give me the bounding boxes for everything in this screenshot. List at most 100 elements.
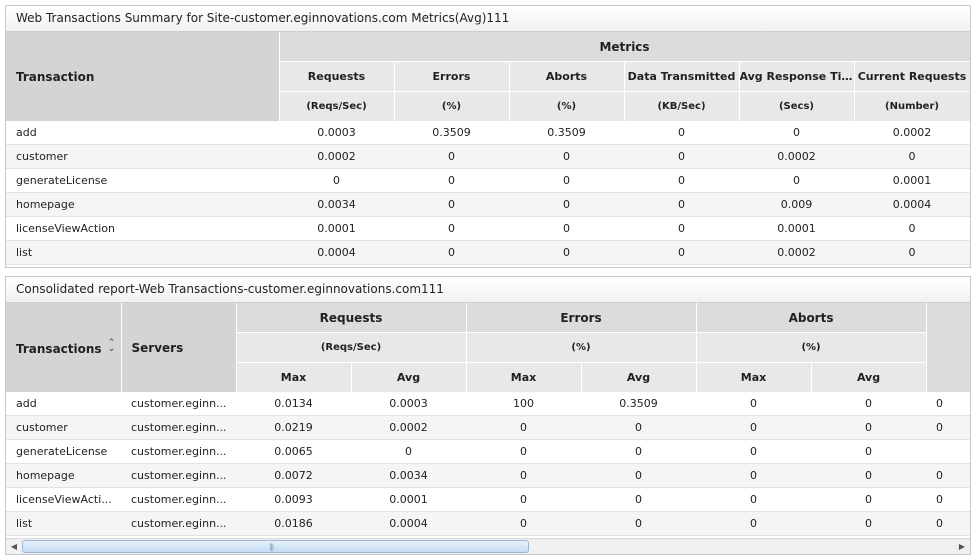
cell-value: 0 [811,511,927,536]
table-row[interactable]: generateLicense customer.eginn... 0.0065… [6,439,970,464]
cell-value: 0 [581,511,697,536]
cell-value: 0.3509 [581,392,697,416]
transaction-name: add [6,392,121,416]
transaction-name: licenseViewAction [6,216,279,241]
cell-value: 0.0134 [236,392,351,416]
table-row[interactable]: customer 0.0002 0 0 0 0.0002 0 [6,144,970,169]
cell-value: 0.3509 [509,121,624,145]
cell-value: 0 [811,439,927,464]
col-requests-max[interactable]: Max [236,362,352,392]
transaction-name: licenseViewActi... [6,487,121,512]
cell-value: 0 [696,439,812,464]
unit-aborts: (%) [509,91,625,121]
cell-value: 0 [279,168,394,193]
horizontal-scrollbar[interactable]: ◀ ||| ▶ [6,538,970,554]
consolidated-title: Consolidated report-Web Transactions-cus… [6,277,970,303]
cell-value-truncated: 0 [926,463,970,488]
unit-errors: (%) [394,91,510,121]
transaction-name: homepage [6,192,279,217]
cell-value: 0.0219 [236,415,351,440]
cell-value: 0 [351,439,467,464]
cell-value: 0 [394,192,509,217]
transaction-name: list [6,511,121,536]
cell-value: 0 [466,463,582,488]
col-errors-avg[interactable]: Avg [581,362,697,392]
cell-value-truncated: 0 [926,415,970,440]
col-aborts-avg[interactable]: Avg [811,362,927,392]
cell-value: 0.3509 [394,121,509,145]
col-avg-response-time[interactable]: Avg Response Time [739,61,855,92]
cell-value: 0.0065 [236,439,351,464]
transaction-header[interactable]: Transaction [6,32,280,121]
transactions-header[interactable]: Transactions ⌃ ⌄ [6,303,122,392]
cell-value: 0 [624,240,739,265]
cell-value: 100 [466,392,582,416]
server-name: customer.eginn... [121,487,236,512]
cell-value: 0 [509,240,624,265]
cell-value: 0.0034 [351,463,467,488]
col-errors[interactable]: Errors [394,61,510,92]
scroll-left-arrow-icon[interactable]: ◀ [7,540,21,553]
server-name: customer.eginn... [121,463,236,488]
table-row[interactable]: list 0.0004 0 0 0 0.0002 0 [6,240,970,265]
table-row[interactable]: list customer.eginn... 0.0186 0.0004 0 0… [6,511,970,536]
table-row[interactable]: add 0.0003 0.3509 0.3509 0 0 0.0002 [6,121,970,145]
col-aborts-max[interactable]: Max [696,362,812,392]
cell-value: 0.0072 [236,463,351,488]
table-row[interactable]: add customer.eginn... 0.0134 0.0003 100 … [6,392,970,416]
cell-value: 0 [624,121,739,145]
transaction-name: generateLicense [6,439,121,464]
cell-value: 0 [394,168,509,193]
cell-value: 0 [581,487,697,512]
cell-value: 0.0002 [739,144,854,169]
sort-icon[interactable]: ⌃ ⌄ [108,338,116,353]
consolidated-scroll-area[interactable]: Transactions ⌃ ⌄ Servers Requests Errors A… [6,303,970,538]
col-current-requests[interactable]: Current Requests [854,61,970,92]
cell-value: 0 [509,192,624,217]
summary-panel: Web Transactions Summary for Site-custom… [5,5,971,268]
cell-value: 0.0002 [351,415,467,440]
col-data-transmitted[interactable]: Data Transmitted [624,61,740,92]
table-row[interactable]: homepage 0.0034 0 0 0 0.009 0.0004 [6,192,970,217]
summary-table: Transaction Metrics Requests Errors Abor… [6,32,970,265]
table-row[interactable]: customer customer.eginn... 0.0219 0.0002… [6,415,970,440]
transaction-name: add [6,121,279,145]
transaction-name: customer [6,415,121,440]
cell-value: 0 [811,463,927,488]
cell-value: 0.0001 [279,216,394,241]
col-aborts[interactable]: Aborts [509,61,625,92]
scroll-right-arrow-icon[interactable]: ▶ [955,540,969,553]
server-name: customer.eginn... [121,415,236,440]
cell-value: 0 [624,168,739,193]
cell-value: 0.0186 [236,511,351,536]
cell-value: 0 [624,144,739,169]
cell-value: 0 [466,415,582,440]
cell-value: 0 [581,463,697,488]
col-requests[interactable]: Requests [279,61,395,92]
transaction-name: customer [6,144,279,169]
cell-value: 0.0001 [854,168,970,193]
table-row[interactable]: licenseViewActi... customer.eginn... 0.0… [6,487,970,512]
cell-value: 0.009 [739,192,854,217]
cell-value: 0.0034 [279,192,394,217]
cell-value: 0.0002 [739,240,854,265]
scrollbar-thumb[interactable]: ||| [22,540,529,553]
table-row[interactable]: generateLicense 0 0 0 0 0 0.0001 [6,168,970,193]
cell-value-truncated [926,439,970,464]
table-row[interactable]: licenseViewAction 0.0001 0 0 0 0.0001 0 [6,216,970,241]
cell-value: 0.0003 [279,121,394,145]
col-requests-avg[interactable]: Avg [351,362,467,392]
cell-value: 0 [394,144,509,169]
group-next-truncated [926,303,970,392]
cell-value: 0 [624,216,739,241]
unit-aborts: (%) [696,332,927,363]
cell-value: 0 [696,392,812,416]
cell-value: 0.0001 [739,216,854,241]
servers-header[interactable]: Servers [121,303,237,392]
col-errors-max[interactable]: Max [466,362,582,392]
unit-current-requests: (Number) [854,91,970,121]
cell-value: 0 [509,168,624,193]
group-requests: Requests [236,303,467,333]
cell-value: 0 [854,216,970,241]
table-row[interactable]: homepage customer.eginn... 0.0072 0.0034… [6,463,970,488]
